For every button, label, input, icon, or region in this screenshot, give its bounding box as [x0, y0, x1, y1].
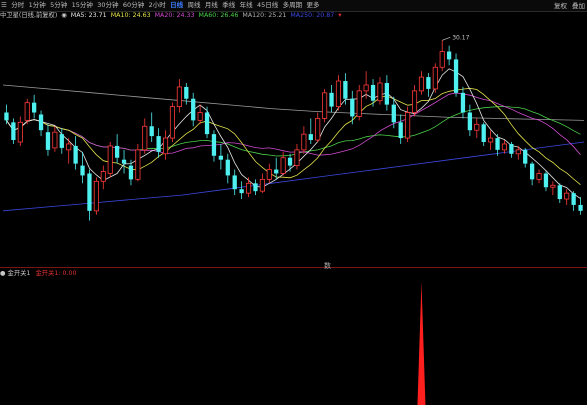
candle-body	[274, 169, 279, 174]
candle-body	[335, 80, 342, 107]
candle-body	[17, 121, 23, 143]
candle-body	[93, 180, 99, 212]
candle-body	[31, 102, 37, 113]
candle-body	[38, 114, 44, 131]
candle-body	[391, 104, 396, 123]
candle-body	[474, 123, 480, 131]
candle-body	[239, 189, 244, 194]
candle-body	[515, 149, 521, 155]
candle-body	[225, 159, 230, 176]
candle-body	[253, 183, 258, 192]
candle-body	[135, 149, 141, 180]
candle-body	[523, 149, 528, 164]
high-pointer	[442, 37, 451, 41]
candle-body	[439, 51, 445, 68]
chart-window: ☰ 分时 1分钟 5分钟 15分钟 30分钟 60分钟 2小时 日线 周线 月线 季线 年线 45日线 多周…	[0, 0, 587, 405]
candle-body	[197, 112, 203, 121]
candle-body	[4, 112, 9, 121]
candle-body	[363, 84, 369, 92]
candle-body	[162, 137, 169, 155]
candle-body	[488, 137, 494, 143]
candle-body	[176, 86, 182, 108]
price-chart[interactable]: 30.17	[0, 0, 587, 405]
candle-body	[24, 102, 30, 121]
candle-body	[529, 163, 535, 180]
candle-body	[121, 159, 127, 164]
candle-body	[315, 118, 321, 141]
candle-body	[411, 90, 418, 113]
candle-body	[418, 76, 425, 92]
candle-body	[329, 92, 334, 107]
candle-body	[245, 182, 252, 194]
candle-body	[557, 185, 562, 200]
candle-body	[405, 112, 411, 139]
candle-body	[184, 86, 189, 99]
candle-body	[308, 134, 313, 141]
candle-body	[266, 169, 272, 180]
indicator-legend-row: ● 金开关1 金开关1: 0.00	[0, 269, 587, 279]
candle-body	[66, 143, 72, 151]
candle-body	[356, 90, 362, 117]
candle-body	[280, 157, 286, 174]
candle-body	[350, 98, 355, 117]
candle-body	[52, 131, 58, 149]
candle-body	[218, 155, 224, 160]
candle-body	[495, 138, 500, 150]
indicator-param: 金开关1: 0.00	[35, 270, 77, 277]
candle-body	[481, 124, 486, 142]
candle-body	[536, 173, 542, 180]
candle-body	[259, 178, 265, 192]
ma5-line	[6, 68, 581, 199]
indicator-name[interactable]: 金开关1	[8, 270, 31, 277]
candle-body	[578, 204, 583, 211]
indicator-bullet-icon[interactable]: ●	[0, 270, 6, 277]
candle-body	[370, 84, 376, 101]
candle-body	[142, 125, 148, 151]
candle-body	[550, 184, 556, 188]
candle-body	[543, 173, 549, 188]
candle-body	[59, 134, 64, 148]
candle-body	[384, 83, 390, 105]
candle-body	[87, 173, 92, 211]
candle-body	[432, 66, 438, 90]
candle-body	[564, 192, 570, 200]
candle-body	[453, 59, 459, 93]
candle-body	[80, 165, 85, 176]
candle-body	[301, 133, 307, 151]
candle-body	[45, 132, 51, 150]
candle-body	[287, 157, 293, 166]
candle-body	[467, 112, 473, 131]
candle-body	[149, 126, 154, 137]
candle-body	[11, 122, 16, 141]
candle-body	[100, 171, 106, 182]
candle-body	[211, 134, 217, 156]
candle-body	[571, 193, 576, 205]
ma20-line	[6, 92, 581, 156]
candle-body	[509, 143, 514, 154]
high-price-label: 30.17	[452, 34, 469, 41]
candle-body	[501, 143, 508, 151]
candle-body	[426, 77, 431, 89]
candle-body	[156, 136, 161, 152]
candle-body	[398, 122, 403, 139]
candle-body	[460, 92, 466, 113]
ma60-line	[6, 106, 581, 157]
ma120-line	[2, 84, 585, 121]
pane-divider[interactable]	[0, 267, 587, 268]
indicator-spike	[417, 282, 426, 405]
candle-body	[446, 51, 452, 60]
candle-body	[377, 82, 383, 102]
candle-body	[169, 106, 176, 139]
candle-body	[73, 145, 78, 164]
candle-body	[114, 145, 120, 158]
ma10-line	[6, 87, 581, 186]
candle-body	[128, 165, 134, 180]
candle-body	[232, 175, 237, 190]
candle-body	[107, 145, 113, 174]
candle-body	[294, 149, 300, 167]
candle-body	[204, 112, 210, 135]
candle-body	[322, 92, 328, 119]
candle-body	[343, 81, 348, 99]
candle-body	[191, 98, 196, 121]
